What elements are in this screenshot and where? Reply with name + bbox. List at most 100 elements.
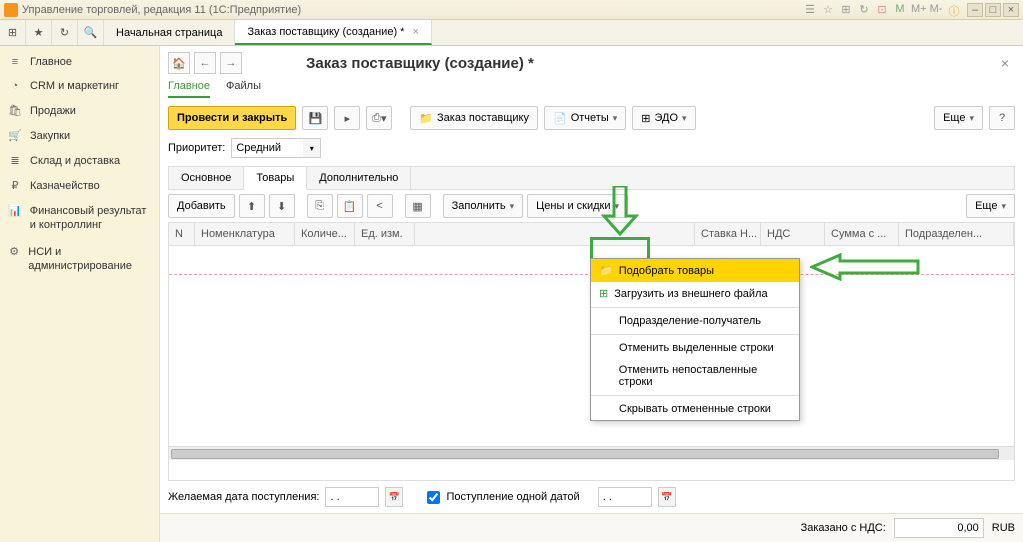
back-button[interactable]: ← <box>194 52 216 74</box>
bag-icon: 🛍 <box>8 104 22 117</box>
sidebar-item-main[interactable]: ≡Главное <box>0 50 159 74</box>
menu-department[interactable]: Подразделение-получатель <box>591 310 799 332</box>
single-date-checkbox[interactable] <box>427 491 440 504</box>
col-quantity[interactable]: Количе... <box>295 223 355 245</box>
col-unit[interactable]: Ед. изм. <box>355 223 415 245</box>
menu-load-file[interactable]: ⊞Загрузить из внешнего файла <box>591 282 799 305</box>
forward-button[interactable]: → <box>220 52 242 74</box>
main-tab-bar: ⊞ ★ ↻ 🔍 Начальная страница Заказ поставщ… <box>0 20 1023 46</box>
inner-tab-goods[interactable]: Товары <box>244 167 307 190</box>
create-from-button[interactable]: ⎙▾ <box>366 106 392 130</box>
col-n[interactable]: N <box>169 223 195 245</box>
gear-icon: ⚙ <box>8 245 20 258</box>
tab-home[interactable]: Начальная страница <box>104 20 235 45</box>
tool-icon[interactable]: M <box>893 3 907 17</box>
priority-dropdown-button[interactable]: ▾ <box>303 138 321 158</box>
inner-tab-extra[interactable]: Дополнительно <box>307 167 411 189</box>
share-button[interactable]: < <box>367 194 393 218</box>
home-button[interactable]: 🏠 <box>168 52 190 74</box>
tab-order[interactable]: Заказ поставщику (создание) *× <box>235 20 431 45</box>
barcode-button[interactable]: ▦ <box>405 194 431 218</box>
sidebar: ≡Главное ◔CRM и маркетинг 🛍Продажи 🛒Заку… <box>0 46 160 542</box>
tool-icon[interactable]: M+ <box>911 3 925 17</box>
barchart-icon: 📊 <box>8 204 22 217</box>
col-sum[interactable]: Сумма с ... <box>825 223 899 245</box>
sidebar-item-sales[interactable]: 🛍Продажи <box>0 98 159 123</box>
table-more-button[interactable]: Еще▾ <box>966 194 1015 218</box>
sidebar-item-treasury[interactable]: ₽Казначейство <box>0 173 159 198</box>
sidebar-item-finance[interactable]: 📊Финансовый результат и контроллинг <box>0 198 159 239</box>
edo-button[interactable]: ⊞ЭДО▾ <box>632 106 695 130</box>
col-hidden[interactable] <box>415 223 695 245</box>
reports-button[interactable]: 📄Отчеты▾ <box>544 106 626 130</box>
post-and-close-button[interactable]: Провести и закрыть <box>168 106 296 130</box>
col-department[interactable]: Подразделен... <box>899 223 1014 245</box>
minimize-button[interactable]: – <box>967 3 983 17</box>
horizontal-scrollbar[interactable] <box>169 446 1014 460</box>
col-vat[interactable]: НДС <box>761 223 825 245</box>
menu-hide-cancelled[interactable]: Скрывать отмененные строки <box>591 398 799 420</box>
tool-icon[interactable]: M- <box>929 3 943 17</box>
menu-cancel-undelivered[interactable]: Отменить непоставленные строки <box>591 359 799 393</box>
copy-button[interactable]: ⎘ <box>307 194 333 218</box>
calendar-button-2[interactable]: 📅 <box>658 487 676 507</box>
tool-icon[interactable]: ☆ <box>821 3 835 17</box>
currency-label: RUB <box>992 522 1015 534</box>
help-button[interactable]: ? <box>989 106 1015 130</box>
col-vat-rate[interactable]: Ставка Н... <box>695 223 761 245</box>
save-button[interactable]: 💾 <box>302 106 328 130</box>
fill-dropdown-menu: 📁Подобрать товары ⊞Загрузить из внешнего… <box>590 258 800 421</box>
subtab-files[interactable]: Файлы <box>226 80 261 98</box>
tool-icon[interactable]: ☰ <box>803 3 817 17</box>
tool-icon[interactable]: ⓘ <box>947 3 961 17</box>
titlebar-tool-icons: ☰ ☆ ⊞ ↻ ⊡ M M+ M- ⓘ <box>803 3 961 17</box>
priority-label: Приоритет: <box>168 142 225 154</box>
window-titlebar: Управление торговлей, редакция 11 (1С:Пр… <box>0 0 1023 20</box>
app-logo-icon <box>4 3 18 17</box>
inner-tab-main[interactable]: Основное <box>169 167 244 189</box>
sidebar-item-warehouse[interactable]: ≣Склад и доставка <box>0 148 159 173</box>
tool-icon[interactable]: ⊡ <box>875 3 889 17</box>
folder-icon: 📁 <box>599 264 613 277</box>
document-close-button[interactable]: × <box>995 55 1015 71</box>
list-icon: ≣ <box>8 154 22 167</box>
total-value <box>894 518 984 538</box>
window-title: Управление торговлей, редакция 11 (1С:Пр… <box>22 4 803 16</box>
maximize-button[interactable]: □ <box>985 3 1001 17</box>
star-icon[interactable]: ★ <box>26 20 52 45</box>
table-header: N Номенклатура Количе... Ед. изм. Ставка… <box>169 223 1014 246</box>
sidebar-item-crm[interactable]: ◔CRM и маркетинг <box>0 74 159 98</box>
supplier-order-button[interactable]: 📁Заказ поставщику <box>410 106 538 130</box>
move-down-button[interactable]: ⬇ <box>269 194 295 218</box>
calendar-button[interactable]: 📅 <box>385 487 403 507</box>
close-button[interactable]: × <box>1003 3 1019 17</box>
fill-button[interactable]: Заполнить▾ <box>443 194 524 218</box>
more-button[interactable]: Еще▾ <box>934 106 983 130</box>
history-icon[interactable]: ↻ <box>52 20 78 45</box>
document-title: Заказ поставщику (создание) * <box>306 55 534 72</box>
menu-cancel-selected[interactable]: Отменить выделенные строки <box>591 337 799 359</box>
search-icon[interactable]: 🔍 <box>78 20 104 45</box>
move-up-button[interactable]: ⬆ <box>239 194 265 218</box>
document-area: 🏠 ← → Заказ поставщику (создание) * × Гл… <box>160 46 1023 542</box>
tool-icon[interactable]: ↻ <box>857 3 871 17</box>
sidebar-item-admin[interactable]: ⚙НСИ и администрирование <box>0 239 159 280</box>
add-button[interactable]: Добавить <box>168 194 235 218</box>
tool-icon[interactable]: ⊞ <box>839 3 853 17</box>
prices-button[interactable]: Цены и скидки▾ <box>527 194 628 218</box>
apps-icon[interactable]: ⊞ <box>0 20 26 45</box>
tab-close-icon[interactable]: × <box>412 26 418 38</box>
post-button[interactable]: ▸ <box>334 106 360 130</box>
folder-icon: 📁 <box>419 112 433 125</box>
ruble-icon: ₽ <box>8 179 22 192</box>
menu-pick-goods[interactable]: 📁Подобрать товары <box>591 259 799 282</box>
total-label: Заказано с НДС: <box>801 522 886 534</box>
sidebar-item-purchases[interactable]: 🛒Закупки <box>0 123 159 148</box>
col-nomenclature[interactable]: Номенклатура <box>195 223 295 245</box>
desired-date-input[interactable] <box>325 487 379 507</box>
desired-date-label: Желаемая дата поступления: <box>168 491 319 503</box>
paste-button[interactable]: 📋 <box>337 194 363 218</box>
grid-icon: ⊞ <box>641 112 650 125</box>
subtab-main[interactable]: Главное <box>168 80 210 98</box>
single-date-input[interactable] <box>598 487 652 507</box>
